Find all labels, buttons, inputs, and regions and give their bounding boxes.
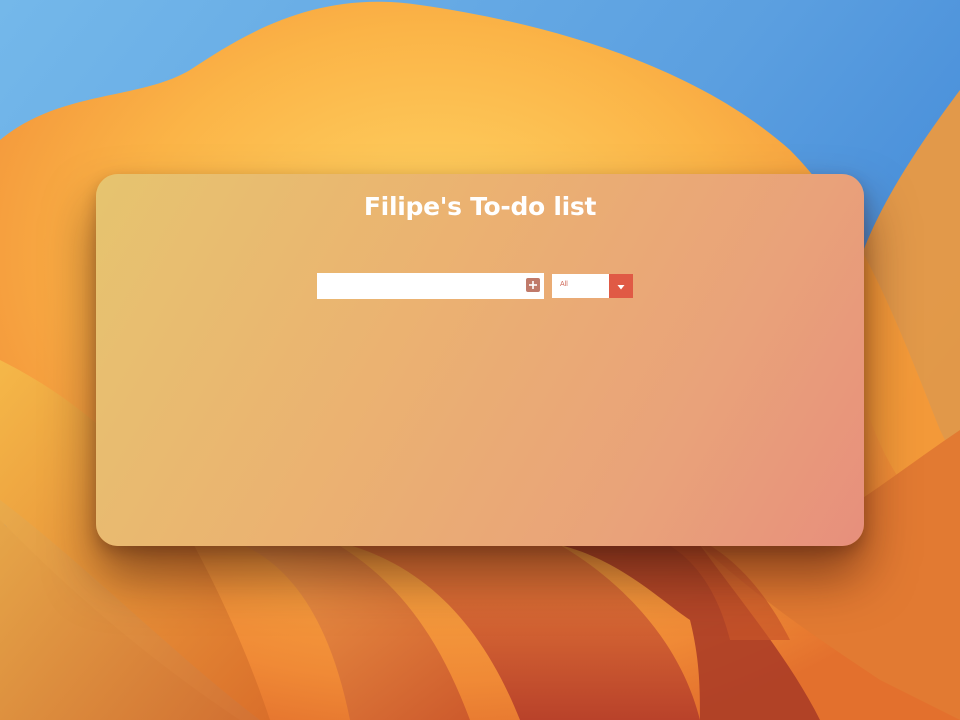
- todo-input[interactable]: [317, 273, 517, 299]
- chevron-down-icon: [609, 274, 633, 298]
- todo-input-container: [317, 273, 544, 299]
- filter-selected-value: All: [560, 281, 568, 288]
- plus-icon: [526, 278, 540, 292]
- filter-dropdown-button[interactable]: [609, 274, 633, 298]
- todo-form: All: [317, 273, 637, 299]
- add-todo-button[interactable]: [526, 278, 540, 292]
- todo-card: Filipe's To-do list All: [96, 174, 864, 546]
- filter-select[interactable]: All: [552, 274, 633, 298]
- page-title: Filipe's To-do list: [363, 192, 597, 221]
